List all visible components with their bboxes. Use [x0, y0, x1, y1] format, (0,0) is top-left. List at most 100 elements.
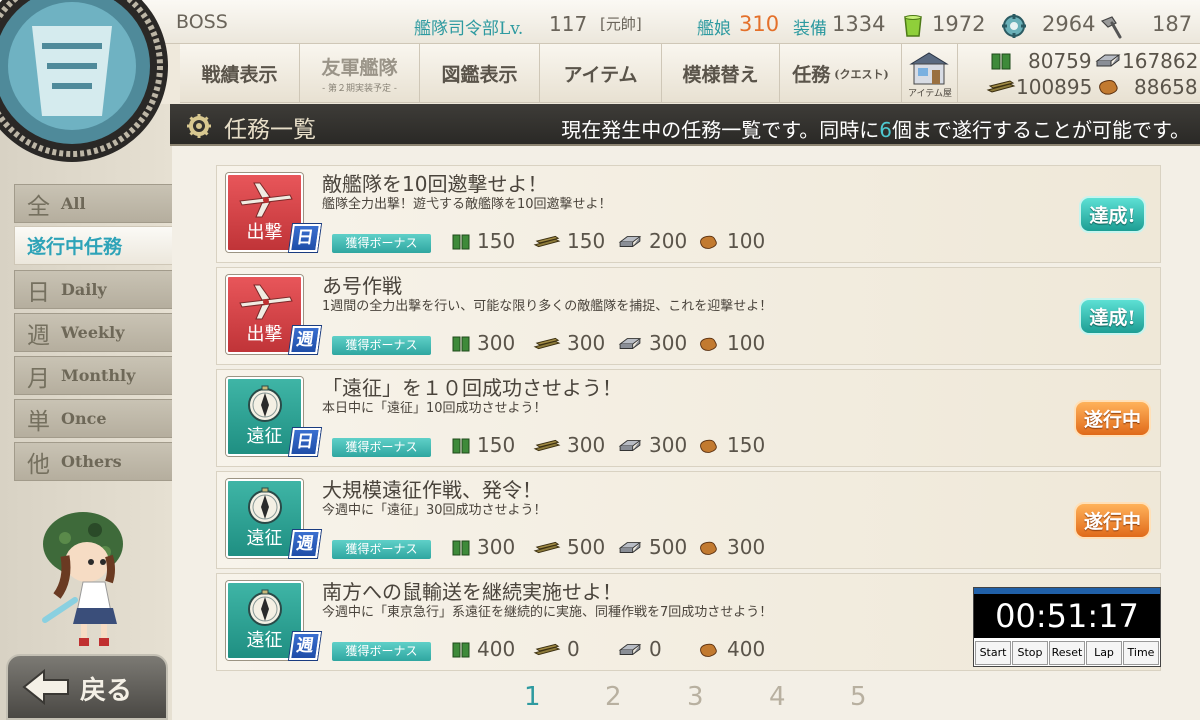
filter-tab-monthly-kanji: 月	[27, 365, 50, 392]
stopwatch-lap-button[interactable]: Lap	[1086, 641, 1122, 665]
reward-ammo: 0	[533, 637, 580, 661]
bauxite-amount: 88658	[1134, 75, 1198, 99]
reward-steel: 200	[617, 229, 687, 253]
filter-tab-monthly-label: Monthly	[61, 366, 136, 385]
ammo-icon	[533, 235, 561, 248]
filter-tab-once[interactable]: 単 Once	[14, 399, 172, 438]
nav-tab-friend-fleet[interactable]: 友軍艦隊 - 第２期実装予定 -	[300, 44, 420, 103]
reward-steel-value: 500	[649, 535, 688, 559]
fuel-icon	[452, 642, 470, 658]
filter-tab-once-label: Once	[61, 409, 107, 428]
nav-tab-friend-fleet-note: - 第２期実装予定 -	[322, 84, 397, 94]
quest-period-badge: 週	[289, 632, 321, 660]
back-button[interactable]: 戻る	[6, 654, 168, 720]
reward-bauxite-value: 100	[727, 229, 766, 253]
filter-tab-once-kanji: 単	[27, 408, 50, 435]
nav-tab-quests[interactable]: 任務 (クエスト)	[780, 44, 902, 103]
steel-icon	[618, 236, 642, 247]
quest-screen: BOSS 艦隊司令部Lv. 117 [元帥] 艦娘 310 装備 1334 19…	[0, 0, 1200, 720]
bauxite-icon	[700, 337, 717, 351]
reward-steel-value: 0	[649, 637, 662, 661]
quest-status-badge: 達成!	[1079, 297, 1146, 335]
stopwatch-stop-button[interactable]: Stop	[1012, 641, 1048, 665]
reward-steel: 0	[617, 637, 662, 661]
hq-level-label: 艦隊司令部Lv.	[414, 19, 524, 39]
page-1-button[interactable]: 1	[524, 682, 541, 712]
filter-tab-weekly-kanji: 週	[27, 322, 50, 349]
repair-bucket-count: 1972	[932, 12, 986, 36]
page-3-button[interactable]: 3	[687, 682, 704, 712]
filter-tab-others[interactable]: 他 Others	[14, 442, 172, 481]
reward-ammo: 300	[533, 331, 605, 355]
filter-tab-daily[interactable]: 日 Daily	[14, 270, 172, 309]
reward-ammo: 500	[533, 535, 605, 559]
fuel-icon	[452, 336, 470, 352]
stopwatch-time-button[interactable]: Time	[1123, 641, 1159, 665]
player-name: BOSS	[176, 11, 228, 33]
compass-icon	[248, 589, 282, 626]
nav-tab-furniture[interactable]: 模様替え	[662, 44, 780, 103]
ammo-icon	[533, 337, 561, 350]
ammo-amount: 100895	[1016, 75, 1093, 99]
quest-row[interactable]: 出撃週あ号作戦 1週間の全力出撃を行い、可能な限り多くの敵艦隊を捕捉、これを迎撃せ…	[216, 267, 1161, 365]
page-5-button[interactable]: 5	[850, 682, 867, 712]
quest-limit-info: 現在発生中の任務一覧です。同時に6個まで遂行することが可能です。	[561, 114, 1190, 143]
quest-row[interactable]: 出撃日敵艦隊を10回邀撃せよ！ 艦隊全力出撃！遊弋する敵艦隊を10回邀撃せよ！ 獲得…	[216, 165, 1161, 263]
quest-limit-info-post: 個まで遂行することが可能です。	[892, 118, 1190, 142]
ammo-icon	[533, 541, 561, 554]
reward-bauxite: 400	[697, 637, 765, 661]
filter-tab-in-progress[interactable]: 遂行中任務	[14, 226, 172, 265]
nav-tab-items-label: アイテム	[563, 64, 638, 86]
quest-emblem-icon	[0, 0, 168, 162]
nav-tab-items[interactable]: アイテム	[540, 44, 662, 103]
reward-fuel-value: 150	[477, 229, 516, 253]
quest-row[interactable]: 遠征日「遠征」を１０回成功させよう！ 本日中に「遠征」10回成功させよう！ 獲得ボー…	[216, 369, 1161, 467]
nav-tab-record[interactable]: 戦績表示	[180, 44, 300, 103]
stopwatch-reset-button[interactable]: Reset	[1049, 641, 1085, 665]
quest-description: 艦隊全力出撃！遊弋する敵艦隊を10回邀撃せよ！	[322, 197, 612, 212]
page-2-button[interactable]: 2	[605, 682, 622, 712]
reward-fuel: 300	[451, 535, 515, 559]
nav-tab-album[interactable]: 図鑑表示	[420, 44, 540, 103]
stopwatch-start-button[interactable]: Start	[975, 641, 1011, 665]
steel-amount: 167862	[1122, 49, 1199, 73]
filter-tab-all-kanji: 全	[27, 193, 50, 220]
nav-tab-record-label: 戦績表示	[201, 64, 278, 86]
nav-tab-quests-label: 任務	[792, 64, 831, 86]
filter-tab-all[interactable]: 全 All	[14, 184, 172, 223]
aircraft-icon	[239, 284, 293, 320]
equipment-count-value: 1334	[832, 12, 886, 36]
ship-count-value: 310	[739, 12, 780, 36]
item-shop-button[interactable]: アイテム屋	[902, 44, 958, 103]
reward-ammo-value: 300	[567, 331, 606, 355]
reward-bauxite: 100	[697, 331, 765, 355]
quest-period-badge: 日	[289, 224, 321, 252]
reward-bauxite: 100	[697, 229, 765, 253]
reward-ammo-value: 0	[567, 637, 580, 661]
reward-fuel-value: 150	[477, 433, 516, 457]
quest-status-badge: 遂行中	[1073, 399, 1151, 437]
filter-tab-monthly[interactable]: 月 Monthly	[14, 356, 172, 395]
compass-icon	[248, 385, 282, 422]
quest-row[interactable]: 遠征週大規模遠征作戦、発令！ 今週中に「遠征」30回成功させよう！ 獲得ボーナス 30…	[216, 471, 1161, 569]
quest-status: 遂行中	[1065, 370, 1160, 466]
compass-icon	[248, 487, 282, 524]
filter-tab-weekly-label: Weekly	[61, 323, 125, 342]
steel-icon	[618, 440, 642, 451]
hq-level-value: 117	[549, 12, 588, 36]
reward-ammo-value: 300	[567, 433, 606, 457]
shop-label: アイテム屋	[907, 89, 953, 99]
steel-icon	[618, 542, 642, 553]
back-arrow-icon	[22, 668, 69, 706]
reward-bauxite-value: 150	[727, 433, 766, 457]
nav-tab-quests-sub: (クエスト)	[834, 67, 889, 81]
steel-icon	[618, 644, 642, 655]
quest-status-badge: 達成!	[1079, 195, 1146, 233]
reward-bauxite-value: 400	[727, 637, 766, 661]
filter-tab-weekly[interactable]: 週 Weekly	[14, 313, 172, 352]
reward-ammo-value: 500	[567, 535, 606, 559]
page-4-button[interactable]: 4	[769, 682, 786, 712]
reward-steel-value: 300	[649, 331, 688, 355]
ammo-icon	[533, 439, 561, 452]
filter-tab-others-kanji: 他	[27, 451, 50, 478]
